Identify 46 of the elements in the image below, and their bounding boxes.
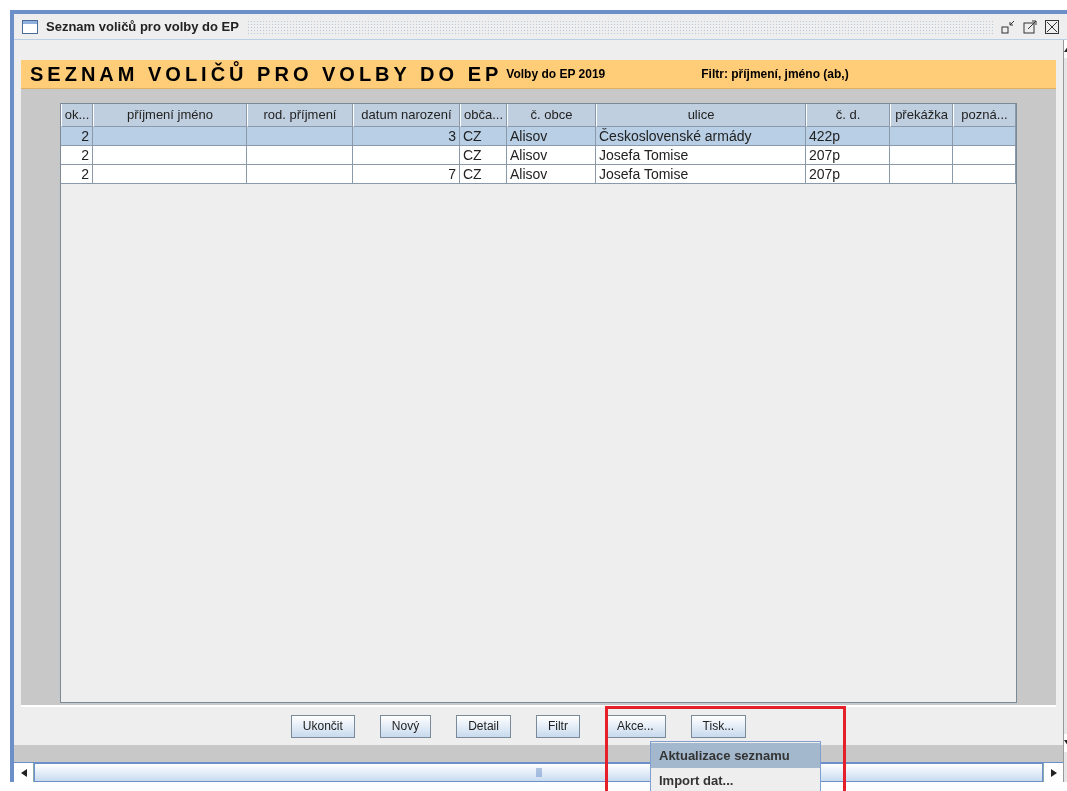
table-cell-text: CZ bbox=[463, 126, 482, 146]
action-button[interactable]: Nový bbox=[379, 714, 432, 738]
table-cell-text: 7 bbox=[448, 164, 456, 184]
window-title: Seznam voličů pro volby do EP bbox=[46, 17, 239, 36]
maximize-icon[interactable] bbox=[1023, 19, 1037, 34]
table-cell-text: Alisov bbox=[510, 145, 548, 165]
action-button[interactable]: Detail bbox=[456, 714, 511, 738]
table-row[interactable]: 2 3 CZ Alisov Československé armády 422p bbox=[61, 127, 1016, 146]
minimize-icon[interactable] bbox=[1001, 19, 1015, 34]
menu-item[interactable]: Aktualizace seznamu bbox=[651, 743, 820, 768]
close-icon[interactable] bbox=[1045, 19, 1059, 34]
table-cell-text: Alisov bbox=[510, 126, 548, 146]
table-cell-text: Josefa Tomise bbox=[599, 164, 689, 184]
table-cell-text: 2 bbox=[81, 164, 89, 184]
table-cell-text: Československé armády bbox=[599, 126, 752, 146]
table-cell-text: 207p bbox=[809, 164, 841, 184]
list-title: SEZNAM VOLIČŮ PRO VOLBY DO EP bbox=[30, 60, 503, 87]
filter-label: Filtr: příjmení, jméno (ab,) bbox=[701, 66, 849, 83]
table-cell-text: 422p bbox=[809, 126, 841, 146]
column-header[interactable]: překážka bbox=[890, 104, 953, 127]
column-header[interactable]: rod. příjmení bbox=[247, 104, 353, 127]
table-cell-text: Alisov bbox=[510, 164, 548, 184]
column-header[interactable]: ok... bbox=[61, 104, 93, 127]
table-cell-text: Josefa Tomise bbox=[599, 145, 689, 165]
column-header[interactable]: datum narození bbox=[353, 104, 460, 127]
action-button[interactable]: Filtr bbox=[535, 714, 580, 738]
column-header[interactable]: ulice bbox=[596, 104, 806, 127]
column-header[interactable]: příjmení jméno bbox=[93, 104, 247, 127]
scroll-right-icon[interactable] bbox=[1043, 763, 1063, 782]
table-cell-text: 3 bbox=[448, 126, 456, 146]
table-cell-text: 2 bbox=[81, 126, 89, 146]
table-row[interactable]: 2 CZ Alisov Josefa Tomise 207p bbox=[61, 146, 1016, 165]
table-cell-text: 2 bbox=[81, 145, 89, 165]
action-button[interactable]: Ukončit bbox=[290, 714, 355, 738]
table-row[interactable]: 2 7 CZ Alisov Josefa Tomise 207p bbox=[61, 165, 1016, 184]
action-button[interactable]: Tisk... bbox=[690, 714, 747, 738]
column-header[interactable]: pozná... bbox=[953, 104, 1016, 127]
table-cell-text: CZ bbox=[463, 145, 482, 165]
scroll-left-icon[interactable] bbox=[14, 763, 34, 782]
column-header[interactable]: obča... bbox=[460, 104, 507, 127]
window-icon bbox=[22, 19, 38, 34]
table-cell-text: 207p bbox=[809, 145, 841, 165]
table-cell-text: CZ bbox=[463, 164, 482, 184]
column-header[interactable]: č. d. bbox=[806, 104, 890, 127]
column-header[interactable]: č. obce bbox=[507, 104, 596, 127]
election-label: Volby do EP 2019 bbox=[506, 66, 606, 83]
